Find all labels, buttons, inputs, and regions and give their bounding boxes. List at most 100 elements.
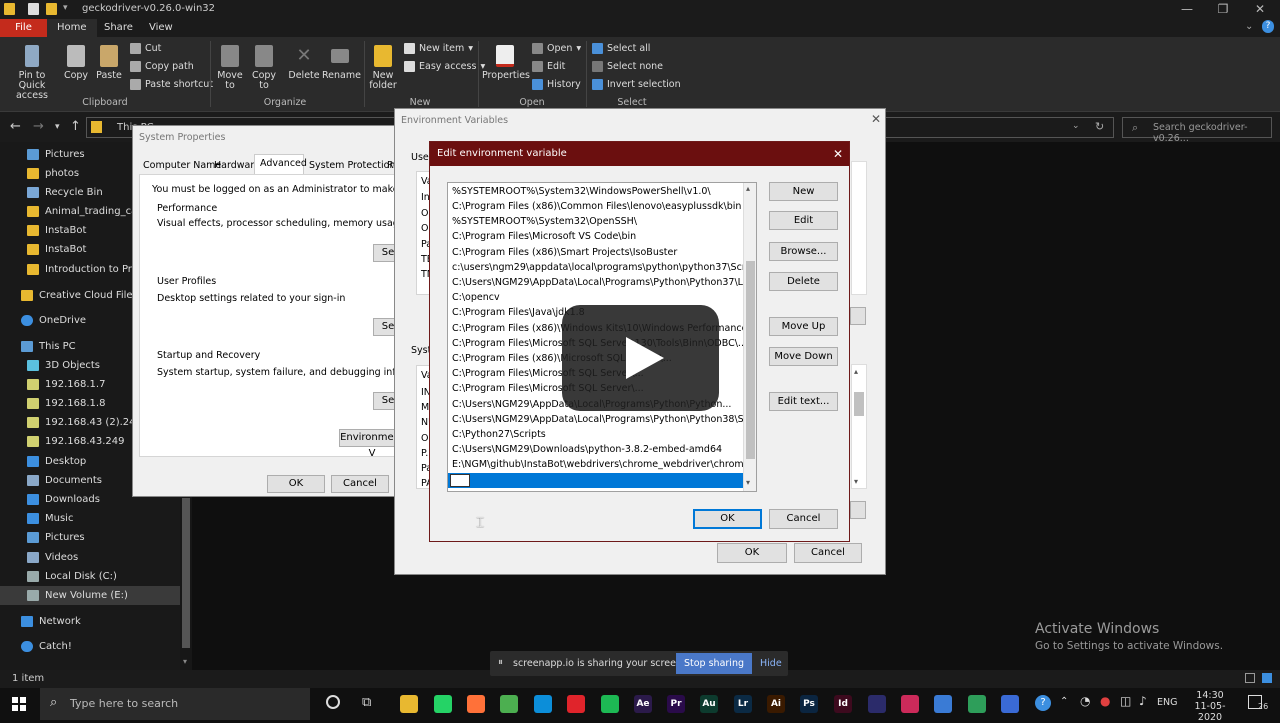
move-up-button[interactable]: Move Up xyxy=(769,317,838,336)
system-var-row[interactable]: M xyxy=(421,402,429,413)
properties-icon[interactable] xyxy=(28,3,39,15)
taskbar-app-file-explorer[interactable] xyxy=(400,695,418,713)
taskbar-app-icon[interactable] xyxy=(868,695,886,713)
taskbar-search-input[interactable]: Type here to search xyxy=(40,688,310,720)
network-icon[interactable]: ◫ xyxy=(1120,694,1131,708)
tab-share[interactable]: Share xyxy=(94,19,143,37)
nav-item-catch[interactable]: Catch! xyxy=(0,637,180,656)
tab-hardware[interactable]: Hardware xyxy=(214,160,260,171)
scroll-up-icon[interactable]: ▴ xyxy=(854,367,858,376)
copy-path-button[interactable]: Copy path xyxy=(130,61,194,72)
tab-advanced[interactable]: Advanced xyxy=(260,158,307,169)
ok-button[interactable]: OK xyxy=(717,543,787,563)
cancel-button[interactable]: Cancel xyxy=(331,475,389,493)
scroll-down-icon[interactable]: ▾ xyxy=(183,657,187,666)
move-to-button[interactable]: Move to xyxy=(216,45,244,91)
taskbar-app-chrome[interactable] xyxy=(500,695,518,713)
up-arrow-icon[interactable]: ↑ xyxy=(70,119,81,134)
tray-chevron-up-icon[interactable]: ⌃ xyxy=(1060,696,1068,707)
cancel-button[interactable]: Cancel xyxy=(769,509,838,529)
scroll-thumb[interactable] xyxy=(854,392,864,416)
nav-item-new-volume[interactable]: New Volume (E:) xyxy=(0,586,180,605)
help-icon[interactable]: ? xyxy=(1035,695,1051,711)
history-button[interactable]: History xyxy=(532,79,581,90)
path-row[interactable]: C:\Program Files\Microsoft VS Code\bin xyxy=(448,229,743,244)
chevron-down-icon[interactable]: ▾ xyxy=(63,3,68,13)
path-row-editing[interactable] xyxy=(448,473,743,488)
path-row[interactable]: C:\opencv xyxy=(448,290,743,305)
path-row[interactable]: %SYSTEMROOT%\System32\WindowsPowerShell\… xyxy=(448,184,743,199)
new-item-button[interactable]: New item ▾ xyxy=(404,43,473,54)
easy-access-button[interactable]: Easy access ▾ xyxy=(404,61,485,72)
taskbar-app-edge[interactable] xyxy=(534,695,552,713)
cut-button[interactable]: Cut xyxy=(130,43,161,54)
recent-chevron-icon[interactable]: ▾ xyxy=(55,122,60,132)
video-play-button[interactable] xyxy=(562,305,719,411)
user-list-scroll[interactable] xyxy=(851,161,867,295)
taskbar-app-whatsapp[interactable] xyxy=(434,695,452,713)
delete-button[interactable]: ✕ Delete xyxy=(288,45,320,81)
scroll-down-icon[interactable]: ▾ xyxy=(746,478,750,487)
new-folder-icon[interactable] xyxy=(46,3,57,15)
ok-button[interactable]: OK xyxy=(693,509,762,529)
pin-quick-access-button[interactable]: Pin to Quick access xyxy=(4,45,60,101)
path-row[interactable]: C:\Program Files (x86)\Common Files\leno… xyxy=(448,199,743,214)
taskbar-app-icon[interactable] xyxy=(1001,695,1019,713)
tab-computer-name[interactable]: Computer Name xyxy=(143,160,221,171)
path-row[interactable]: %SYSTEMROOT%\System32\OpenSSH\ xyxy=(448,214,743,229)
edit-button[interactable]: Edit xyxy=(769,211,838,230)
minimize-button[interactable]: — xyxy=(1169,0,1205,19)
taskbar-app-indesign[interactable]: Id xyxy=(834,695,852,713)
taskbar-app-opera[interactable] xyxy=(567,695,585,713)
tab-home[interactable]: Home xyxy=(47,19,97,37)
system-list-scroll[interactable]: ▴ ▾ xyxy=(851,364,867,489)
path-row[interactable]: C:\Users\NGM29\AppData\Local\Programs\Py… xyxy=(448,275,743,290)
help-icon[interactable]: ? xyxy=(1262,20,1274,33)
back-arrow-icon[interactable]: ← xyxy=(10,119,21,134)
maximize-button[interactable]: ❐ xyxy=(1205,0,1241,19)
close-icon[interactable]: ✕ xyxy=(833,147,843,161)
copy-button[interactable]: Copy xyxy=(62,45,90,81)
scroll-up-icon[interactable]: ▴ xyxy=(746,184,750,193)
close-icon[interactable]: ✕ xyxy=(871,112,881,126)
wifi-icon[interactable]: ◔ xyxy=(1080,694,1090,708)
taskbar-app-audition[interactable]: Au xyxy=(700,695,718,713)
select-all-button[interactable]: Select all xyxy=(592,43,650,54)
ribbon-expand-icon[interactable]: ⌄ xyxy=(1245,21,1253,32)
path-row[interactable]: C:\Users\NGM29\Downloads\python-3.8.2-em… xyxy=(448,442,743,457)
select-none-button[interactable]: Select none xyxy=(592,61,663,72)
move-down-button[interactable]: Move Down xyxy=(769,347,838,366)
details-view-icon[interactable] xyxy=(1245,673,1255,683)
taskbar-app-photoshop[interactable]: Ps xyxy=(800,695,818,713)
task-view-icon[interactable]: ⧉ xyxy=(362,695,371,710)
stop-sharing-button[interactable]: Stop sharing xyxy=(676,653,752,674)
cancel-button[interactable]: Cancel xyxy=(794,543,862,563)
delete-button[interactable]: Delete xyxy=(769,272,838,291)
new-folder-button[interactable]: New folder xyxy=(368,45,398,91)
clock[interactable]: 14:30 11-05-2020 xyxy=(1185,690,1235,723)
volume-icon[interactable]: ♪ xyxy=(1139,694,1147,708)
user-delete-button-edge[interactable] xyxy=(850,307,866,325)
copy-to-button[interactable]: Copy to xyxy=(250,45,278,91)
tab-system-protection[interactable]: System Protection xyxy=(309,160,396,171)
refresh-icon[interactable]: ↻ xyxy=(1095,120,1104,133)
tab-file[interactable]: File xyxy=(0,19,47,37)
chevron-down-icon[interactable]: ⌄ xyxy=(1072,121,1080,131)
taskbar-app-illustrator[interactable]: Ai xyxy=(767,695,785,713)
ok-button[interactable]: OK xyxy=(267,475,325,493)
path-row[interactable]: C:\Users\NGM29\AppData\Local\Programs\Py… xyxy=(448,412,743,427)
taskbar-app-premiere[interactable]: Pr xyxy=(667,695,685,713)
new-button[interactable]: New xyxy=(769,182,838,201)
antivirus-icon[interactable]: ● xyxy=(1100,694,1110,708)
tiles-view-icon[interactable] xyxy=(1262,673,1272,683)
edit-button[interactable]: Edit xyxy=(532,61,565,72)
taskbar-app-icon[interactable] xyxy=(934,695,952,713)
taskbar-app-icon[interactable] xyxy=(901,695,919,713)
taskbar-app-lightroom[interactable]: Lr xyxy=(734,695,752,713)
path-row[interactable]: C:\Program Files (x86)\Smart Projects\Is… xyxy=(448,245,743,260)
invert-selection-button[interactable]: Invert selection xyxy=(592,79,681,90)
hide-button[interactable]: Hide xyxy=(760,658,782,669)
path-row[interactable]: c:\users\ngm29\appdata\local\programs\py… xyxy=(448,260,743,275)
path-row[interactable]: C:\Python27\Scripts xyxy=(448,427,743,442)
open-button[interactable]: Open ▾ xyxy=(532,43,581,54)
